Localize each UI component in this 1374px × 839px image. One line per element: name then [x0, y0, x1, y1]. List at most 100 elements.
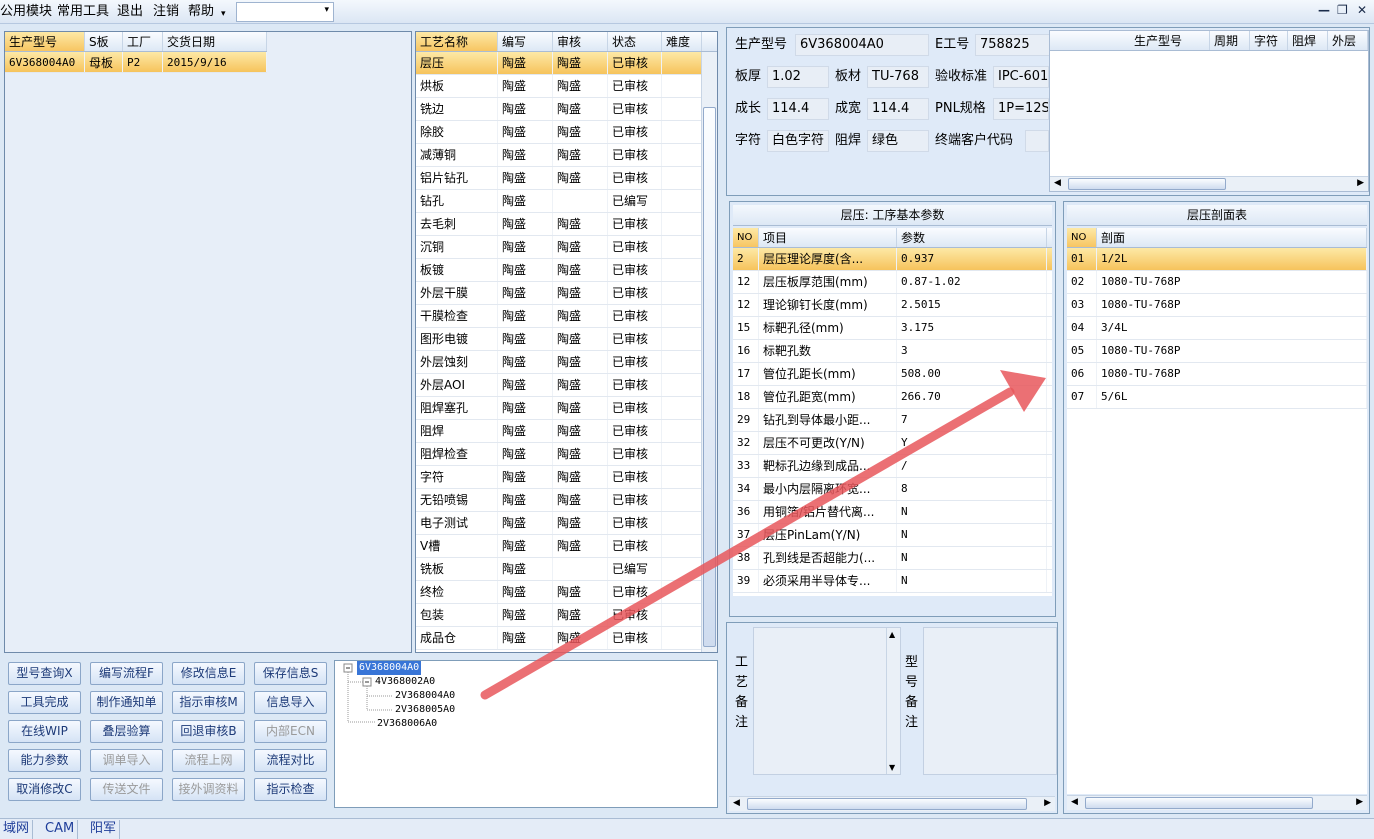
table-row[interactable]: 阻焊塞孔 陶盛 陶盛 已审核 [416, 397, 717, 420]
table-row[interactable]: 外层干膜 陶盛 陶盛 已审核 [416, 282, 717, 305]
table-row[interactable]: 图形电镀 陶盛 陶盛 已审核 [416, 328, 717, 351]
table-row[interactable]: 32 层压不可更改(Y/N) Y [733, 432, 1052, 455]
action-button[interactable]: 工具完成 [8, 691, 81, 714]
scroll-thumb[interactable] [1068, 178, 1226, 190]
col-header-period[interactable]: 周期 [1210, 31, 1250, 50]
col-header-reviewer[interactable]: 审核 [553, 32, 608, 51]
table-row[interactable]: 6V368004A0 母板 P2 2015/9/16 [5, 52, 267, 73]
tree-node-root[interactable]: 6V368004A0 [357, 661, 422, 675]
col-header-character[interactable]: 字符 [1250, 31, 1288, 50]
table-row[interactable]: 钻孔 陶盛 已编写 [416, 190, 717, 213]
table-row[interactable]: 无铅喷锡 陶盛 陶盛 已审核 [416, 489, 717, 512]
table-row[interactable]: V槽 陶盛 陶盛 已审核 [416, 535, 717, 558]
menu-help[interactable]: 帮助 [188, 4, 214, 20]
table-row[interactable]: 07 5/6L [1067, 386, 1367, 409]
table-row[interactable]: 05 1080-TU-768P [1067, 340, 1367, 363]
table-row[interactable]: 18 管位孔距宽(mm) 266.70 [733, 386, 1052, 409]
table-row[interactable]: 29 钻孔到导体最小距... 7 [733, 409, 1052, 432]
table-row[interactable]: 37 层压PinLam(Y/N) N [733, 524, 1052, 547]
field-length[interactable]: 114.4 [767, 98, 829, 120]
action-button[interactable]: 指示审核M [172, 691, 245, 714]
table-row[interactable]: 字符 陶盛 陶盛 已审核 [416, 466, 717, 489]
table-row[interactable]: 沉铜 陶盛 陶盛 已审核 [416, 236, 717, 259]
table-row[interactable]: 成品仓 陶盛 陶盛 已审核 [416, 627, 717, 650]
table-row[interactable]: 减薄铜 陶盛 陶盛 已审核 [416, 144, 717, 167]
col-header-difficulty[interactable]: 难度 [662, 32, 702, 51]
col-header-item[interactable]: 项目 [759, 228, 897, 247]
menu-common-tools[interactable]: 常用工具 [57, 4, 109, 20]
table-row[interactable]: 03 1080-TU-768P [1067, 294, 1367, 317]
stackup-hscrollbar[interactable]: ◀ ▶ [1067, 795, 1367, 810]
scroll-down-icon[interactable]: ▼ [889, 763, 895, 772]
tree-node[interactable]: 2V368006A0 [377, 717, 437, 731]
table-row[interactable]: 板镀 陶盛 陶盛 已审核 [416, 259, 717, 282]
menu-exit[interactable]: 退出 [117, 4, 143, 20]
action-button[interactable]: 编写流程F [90, 662, 163, 685]
minimize-icon[interactable]: — [1318, 3, 1330, 17]
tree-node[interactable]: 4V368002A0 [375, 675, 435, 689]
field-material[interactable]: TU-768 [867, 66, 929, 88]
table-row[interactable]: 阻焊检查 陶盛 陶盛 已审核 [416, 443, 717, 466]
action-button[interactable]: 修改信息E [172, 662, 245, 685]
action-button[interactable]: 接外调资料 [172, 778, 245, 801]
notes-hscrollbar[interactable]: ◀ ▶ [729, 796, 1055, 811]
summary-hscrollbar[interactable]: ◀ ▶ [1050, 176, 1368, 191]
table-row[interactable]: 38 孔到线是否超能力(... N [733, 547, 1052, 570]
col-header-parameter[interactable]: 参数 [897, 228, 1047, 247]
process-grid-scrollbar[interactable] [701, 52, 717, 652]
table-row[interactable]: 层压 陶盛 陶盛 已审核 [416, 52, 717, 75]
menu-help-dropdown-icon[interactable]: ▾ [221, 6, 226, 22]
scroll-thumb[interactable] [1085, 797, 1313, 809]
col-header-model[interactable]: 生产型号 [5, 32, 85, 51]
action-button[interactable]: 指示检查 [254, 778, 327, 801]
table-row[interactable]: 包装 陶盛 陶盛 已审核 [416, 604, 717, 627]
table-row[interactable]: 02 1080-TU-768P [1067, 271, 1367, 294]
table-row[interactable]: 2 层压理论厚度(含... 0.937 [733, 248, 1052, 271]
restore-icon[interactable]: ❐ [1337, 3, 1348, 17]
model-notes-textarea[interactable] [923, 627, 1057, 775]
scroll-up-icon[interactable]: ▲ [889, 630, 895, 639]
action-button[interactable]: 能力参数 [8, 749, 81, 772]
menu-logout[interactable]: 注销 [153, 4, 179, 20]
table-row[interactable]: 外层AOI 陶盛 陶盛 已审核 [416, 374, 717, 397]
col-header-author[interactable]: 编写 [498, 32, 553, 51]
tree-node[interactable]: 2V368005A0 [395, 703, 455, 717]
action-button[interactable]: 流程对比 [254, 749, 327, 772]
table-row[interactable]: 17 管位孔距长(mm) 508.00 [733, 363, 1052, 386]
action-button[interactable]: 调单导入 [90, 749, 163, 772]
col-header-factory[interactable]: 工厂 [123, 32, 163, 51]
table-row[interactable]: 去毛刺 陶盛 陶盛 已审核 [416, 213, 717, 236]
action-button[interactable]: 内部ECN [254, 720, 327, 743]
notes-scrollbar[interactable]: ▲ ▼ [886, 628, 900, 774]
col-header-no[interactable]: NO [1067, 228, 1097, 247]
table-row[interactable]: 铝片钻孔 陶盛 陶盛 已审核 [416, 167, 717, 190]
table-row[interactable]: 外层蚀刻 陶盛 陶盛 已审核 [416, 351, 717, 374]
chevron-down-icon[interactable]: ▾ [324, 5, 329, 15]
col-header-profile[interactable]: 剖面 [1097, 228, 1367, 247]
action-button[interactable]: 保存信息S [254, 662, 327, 685]
process-notes-textarea[interactable]: ▲ ▼ [753, 627, 901, 775]
table-row[interactable]: 铣板 陶盛 已编写 [416, 558, 717, 581]
col-header-process-name[interactable]: 工艺名称 [416, 32, 498, 51]
action-button[interactable]: 取消修改C [8, 778, 81, 801]
col-header-outer-layer[interactable]: 外层 [1328, 31, 1368, 50]
scroll-left-icon[interactable]: ◀ [733, 798, 740, 808]
table-row[interactable]: 除胶 陶盛 陶盛 已审核 [416, 121, 717, 144]
field-customer-code[interactable] [1025, 130, 1049, 152]
action-button[interactable]: 在线WIP [8, 720, 81, 743]
module-combo-box[interactable]: ▾ [236, 2, 334, 22]
col-header-delivery-date[interactable]: 交货日期 [163, 32, 267, 51]
table-row[interactable]: 电子测试 陶盛 陶盛 已审核 [416, 512, 717, 535]
field-thickness[interactable]: 1.02 [767, 66, 829, 88]
action-button[interactable]: 回退审核B [172, 720, 245, 743]
table-row[interactable]: 终检 陶盛 陶盛 已审核 [416, 581, 717, 604]
table-row[interactable]: 34 最小内层隔离环宽... 8 [733, 478, 1052, 501]
action-button[interactable]: 制作通知单 [90, 691, 163, 714]
table-row[interactable]: 04 3/4L [1067, 317, 1367, 340]
col-header-model[interactable]: 生产型号 [1130, 31, 1210, 50]
action-button[interactable]: 信息导入 [254, 691, 327, 714]
scroll-thumb[interactable] [747, 798, 1027, 810]
field-pnl[interactable]: 1P=12S [993, 98, 1049, 120]
table-row[interactable]: 15 标靶孔径(mm) 3.175 [733, 317, 1052, 340]
table-row[interactable]: 16 标靶孔数 3 [733, 340, 1052, 363]
